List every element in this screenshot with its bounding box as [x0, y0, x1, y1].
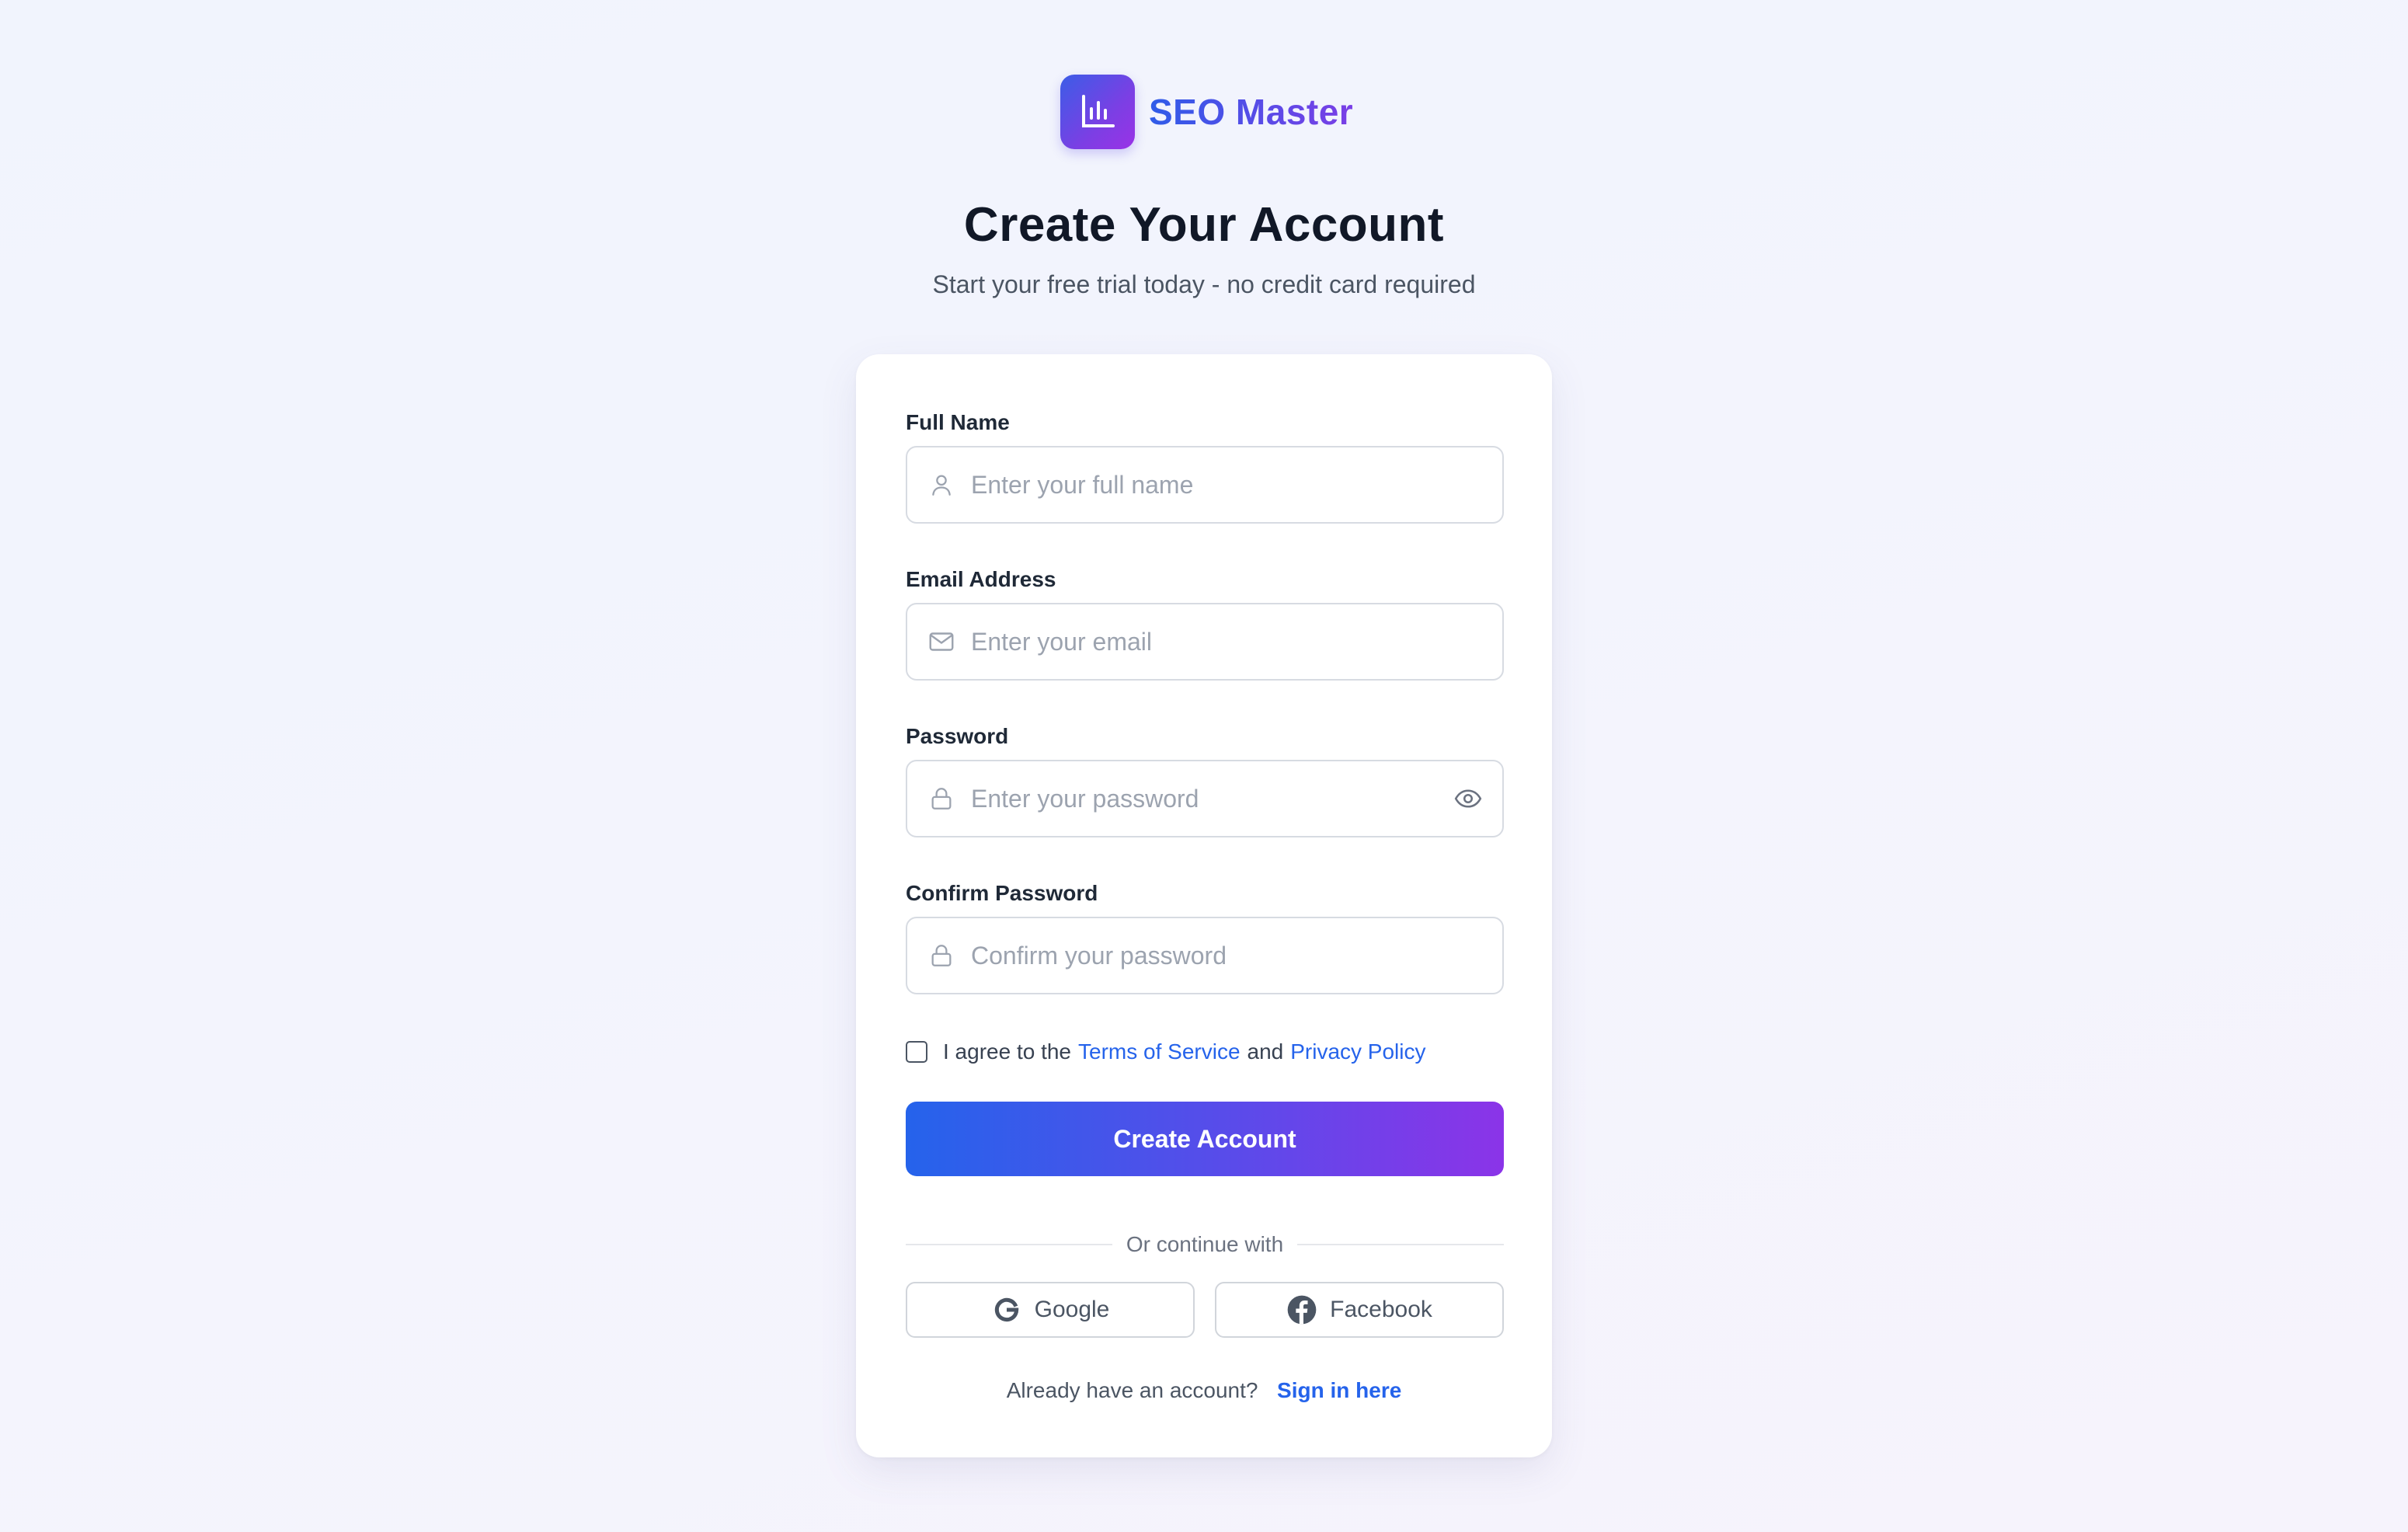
google-icon [991, 1294, 1022, 1325]
terms-of-service-link[interactable]: Terms of Service [1078, 1039, 1241, 1064]
confirm-password-input[interactable] [971, 932, 1502, 979]
terms-checkbox[interactable] [906, 1041, 927, 1063]
terms-prefix: I agree to the [943, 1039, 1072, 1064]
email-input[interactable] [971, 618, 1502, 665]
terms-agreement: I agree to the Terms of Service and Priv… [906, 1036, 1426, 1067]
signin-prompt-text: Already have an account? [1006, 1378, 1258, 1402]
divider-line-left [906, 1244, 1112, 1245]
create-account-button[interactable]: Create Account [906, 1102, 1504, 1176]
privacy-policy-link[interactable]: Privacy Policy [1290, 1039, 1425, 1064]
terms-and-text: and [1247, 1039, 1284, 1064]
google-label: Google [1034, 1297, 1110, 1322]
password-field[interactable] [906, 760, 1504, 837]
sign-in-link[interactable]: Sign in here [1277, 1378, 1401, 1402]
facebook-label: Facebook [1330, 1297, 1432, 1322]
eye-icon[interactable] [1451, 782, 1485, 816]
brand-name: SEO Master [1149, 92, 1354, 132]
password-label: Password [906, 724, 1009, 748]
full-name-label: Full Name [906, 410, 1010, 434]
password-input[interactable] [971, 775, 1451, 822]
bar-chart-icon [1060, 75, 1135, 149]
facebook-button[interactable]: Facebook [1215, 1282, 1504, 1338]
email-field[interactable] [906, 603, 1504, 681]
email-label: Email Address [906, 567, 1056, 591]
full-name-input[interactable] [971, 461, 1502, 508]
google-button[interactable]: Google [906, 1282, 1195, 1338]
signup-card: Full Name Email Address Password [856, 354, 1552, 1457]
lock-icon [926, 940, 957, 971]
divider: Or continue with [906, 1229, 1505, 1260]
divider-text: Or continue with [1126, 1232, 1284, 1256]
confirm-password-label: Confirm Password [906, 881, 1098, 905]
facebook-icon [1286, 1294, 1317, 1325]
page-title: Create Your Account [963, 198, 1445, 252]
confirm-password-field[interactable] [906, 917, 1504, 994]
mail-icon [926, 626, 957, 657]
full-name-field[interactable] [906, 446, 1504, 524]
brand[interactable]: SEO Master [1060, 74, 1353, 150]
user-icon [926, 469, 957, 500]
signin-prompt: Already have an account? Sign in here [856, 1378, 1552, 1403]
lock-icon [926, 783, 957, 814]
divider-line-right [1297, 1244, 1505, 1245]
page-subtitle: Start your free trial today - no credit … [932, 270, 1476, 298]
